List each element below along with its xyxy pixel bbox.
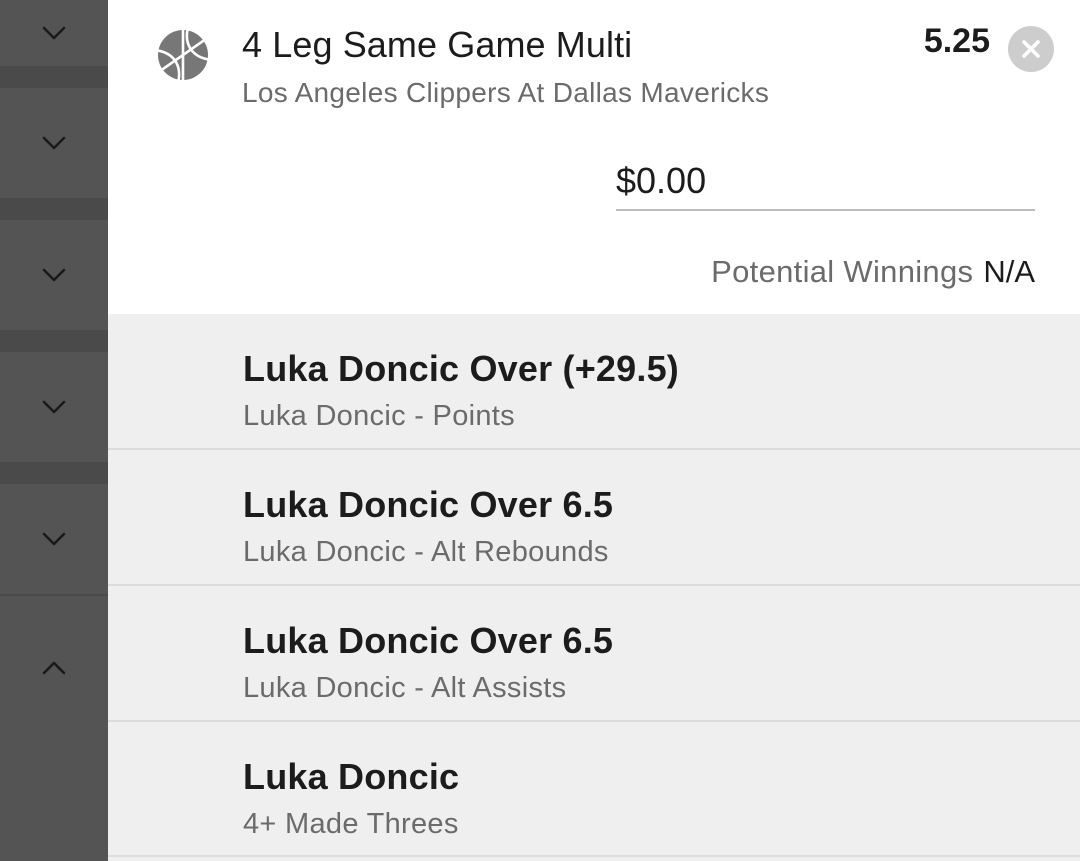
chevron-down-icon (42, 400, 66, 414)
remove-bet-button[interactable] (1008, 26, 1054, 72)
rail-divider (0, 198, 108, 220)
bet-leg: Luka Doncic Over (+29.5) Luka Doncic - P… (108, 314, 1080, 450)
leg-market: Luka Doncic - Alt Rebounds (243, 536, 609, 568)
bet-odds: 5.25 (923, 22, 990, 60)
chevron-down-icon (42, 136, 66, 150)
leg-market: Luka Doncic - Points (243, 400, 515, 432)
potential-winnings: Potential Winnings N/A (711, 254, 1035, 290)
bet-slip-screen: 4 Leg Same Game Multi Los Angeles Clippe… (0, 0, 1080, 861)
rail-toggle-6[interactable] (0, 608, 108, 728)
leg-market: 4+ Made Threes (243, 808, 459, 840)
rail-toggle-1[interactable] (0, 0, 108, 66)
rail-toggle-2[interactable] (0, 88, 108, 198)
leg-selection: Luka Doncic Over (+29.5) (243, 348, 679, 389)
basketball-icon (157, 29, 209, 81)
bet-title: 4 Leg Same Game Multi (242, 24, 633, 65)
rail-divider (0, 330, 108, 352)
stake-input-underline (616, 209, 1035, 211)
leg-selection: Luka Doncic (243, 756, 460, 797)
potential-winnings-value: N/A (983, 254, 1035, 289)
rail-toggle-5[interactable] (0, 484, 108, 594)
rail-divider (0, 462, 108, 484)
leg-selection: Luka Doncic Over 6.5 (243, 620, 614, 661)
collapsed-bets-rail (0, 0, 108, 861)
bet-legs-list: Luka Doncic Over (+29.5) Luka Doncic - P… (108, 314, 1080, 861)
bet-header: 4 Leg Same Game Multi Los Angeles Clippe… (108, 0, 1080, 314)
leg-selection: Luka Doncic Over 6.5 (243, 484, 614, 525)
chevron-down-icon (42, 26, 66, 40)
match-name: Los Angeles Clippers At Dallas Mavericks (242, 77, 770, 108)
potential-winnings-label: Potential Winnings (711, 254, 974, 289)
chevron-down-icon (42, 268, 66, 282)
bet-leg: Luka Doncic Over 6.5 Luka Doncic - Alt A… (108, 586, 1080, 722)
rail-divider (0, 594, 108, 596)
rail-toggle-3[interactable] (0, 220, 108, 330)
chevron-down-icon (42, 532, 66, 546)
close-icon (1022, 40, 1040, 58)
bet-leg: Luka Doncic 4+ Made Threes (108, 722, 1080, 857)
bet-leg: Luka Doncic Over 6.5 Luka Doncic - Alt R… (108, 450, 1080, 586)
leg-market: Luka Doncic - Alt Assists (243, 672, 567, 704)
multi-bet-panel: 4 Leg Same Game Multi Los Angeles Clippe… (108, 0, 1080, 861)
rail-toggle-4[interactable] (0, 352, 108, 462)
stake-input[interactable]: $0.00 (616, 160, 706, 202)
rail-divider (0, 66, 108, 88)
chevron-up-icon (42, 661, 66, 675)
